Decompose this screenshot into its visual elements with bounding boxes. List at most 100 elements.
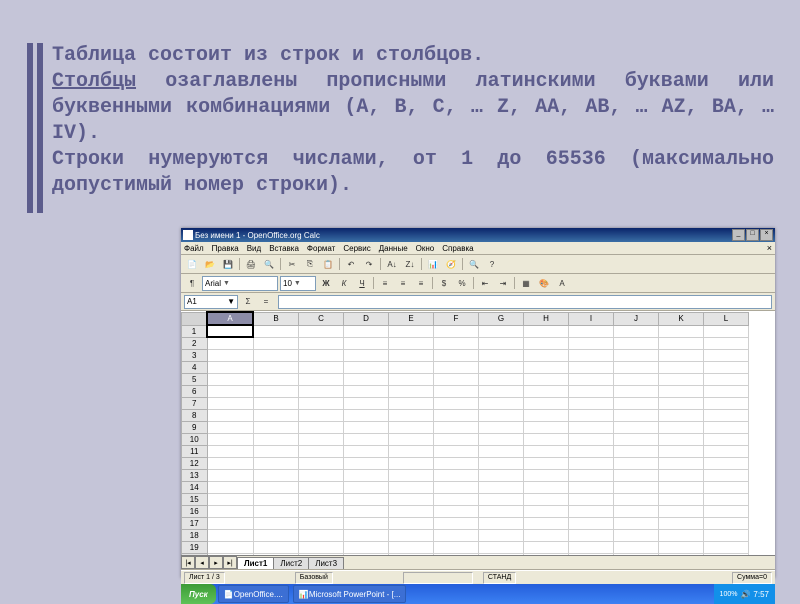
cell-K14[interactable] <box>659 481 704 493</box>
cell-I11[interactable] <box>569 445 614 457</box>
preview-icon[interactable]: 🔍 <box>261 256 277 272</box>
cell-E8[interactable] <box>389 409 434 421</box>
row-header-8[interactable]: 8 <box>182 409 208 421</box>
cell-H8[interactable] <box>524 409 569 421</box>
col-header-F[interactable]: F <box>434 312 479 325</box>
cell-H11[interactable] <box>524 445 569 457</box>
cell-H3[interactable] <box>524 349 569 361</box>
cell-A15[interactable] <box>207 493 253 505</box>
cell-G20[interactable] <box>479 553 524 556</box>
cell-D9[interactable] <box>344 421 389 433</box>
cell-L19[interactable] <box>704 541 749 553</box>
cell-C15[interactable] <box>299 493 344 505</box>
sort-desc-icon[interactable]: Z↓ <box>402 256 418 272</box>
col-header-I[interactable]: I <box>569 312 614 325</box>
cell-L8[interactable] <box>704 409 749 421</box>
cell-D8[interactable] <box>344 409 389 421</box>
cell-G5[interactable] <box>479 373 524 385</box>
row-header-13[interactable]: 13 <box>182 469 208 481</box>
cell-B12[interactable] <box>253 457 299 469</box>
cell-J17[interactable] <box>614 517 659 529</box>
col-header-C[interactable]: C <box>299 312 344 325</box>
cell-C3[interactable] <box>299 349 344 361</box>
cell-F4[interactable] <box>434 361 479 373</box>
cell-C8[interactable] <box>299 409 344 421</box>
cell-I2[interactable] <box>569 337 614 349</box>
row-header-11[interactable]: 11 <box>182 445 208 457</box>
cell-L14[interactable] <box>704 481 749 493</box>
undo-icon[interactable]: ↶ <box>343 256 359 272</box>
spreadsheet-grid[interactable]: ABCDEFGHIJKL1234567891011121314151617181… <box>181 311 775 556</box>
cell-D16[interactable] <box>344 505 389 517</box>
col-header-E[interactable]: E <box>389 312 434 325</box>
cell-I16[interactable] <box>569 505 614 517</box>
minimize-button[interactable]: _ <box>732 229 745 241</box>
menu-format[interactable]: Формат <box>307 244 335 253</box>
cell-D1[interactable] <box>344 325 389 337</box>
cell-K18[interactable] <box>659 529 704 541</box>
cell-L4[interactable] <box>704 361 749 373</box>
cell-F15[interactable] <box>434 493 479 505</box>
cell-G15[interactable] <box>479 493 524 505</box>
navigator-icon[interactable]: 🧭 <box>443 256 459 272</box>
cell-A10[interactable] <box>207 433 253 445</box>
cell-G4[interactable] <box>479 361 524 373</box>
cell-D4[interactable] <box>344 361 389 373</box>
cell-D6[interactable] <box>344 385 389 397</box>
cell-F18[interactable] <box>434 529 479 541</box>
cell-C4[interactable] <box>299 361 344 373</box>
cell-J19[interactable] <box>614 541 659 553</box>
cell-A18[interactable] <box>207 529 253 541</box>
cell-G11[interactable] <box>479 445 524 457</box>
cell-I6[interactable] <box>569 385 614 397</box>
row-header-5[interactable]: 5 <box>182 373 208 385</box>
cut-icon[interactable]: ✂ <box>284 256 300 272</box>
cell-C13[interactable] <box>299 469 344 481</box>
cell-H10[interactable] <box>524 433 569 445</box>
chart-icon[interactable]: 📊 <box>425 256 441 272</box>
cell-H14[interactable] <box>524 481 569 493</box>
cell-L13[interactable] <box>704 469 749 481</box>
cell-E15[interactable] <box>389 493 434 505</box>
cell-I15[interactable] <box>569 493 614 505</box>
cell-I8[interactable] <box>569 409 614 421</box>
cell-I9[interactable] <box>569 421 614 433</box>
cell-B20[interactable] <box>253 553 299 556</box>
cell-F13[interactable] <box>434 469 479 481</box>
col-header-A[interactable]: A <box>207 312 253 325</box>
cell-G8[interactable] <box>479 409 524 421</box>
cell-J12[interactable] <box>614 457 659 469</box>
cell-L20[interactable] <box>704 553 749 556</box>
menu-tools[interactable]: Сервис <box>343 244 370 253</box>
cell-E14[interactable] <box>389 481 434 493</box>
cell-D19[interactable] <box>344 541 389 553</box>
cell-H2[interactable] <box>524 337 569 349</box>
name-box[interactable]: A1▼ <box>184 295 238 309</box>
cell-K4[interactable] <box>659 361 704 373</box>
cell-E5[interactable] <box>389 373 434 385</box>
cell-G18[interactable] <box>479 529 524 541</box>
cell-J16[interactable] <box>614 505 659 517</box>
maximize-button[interactable]: □ <box>746 229 759 241</box>
cell-F16[interactable] <box>434 505 479 517</box>
cell-D12[interactable] <box>344 457 389 469</box>
cell-K8[interactable] <box>659 409 704 421</box>
row-header-9[interactable]: 9 <box>182 421 208 433</box>
cell-B4[interactable] <box>253 361 299 373</box>
cell-I3[interactable] <box>569 349 614 361</box>
cell-D7[interactable] <box>344 397 389 409</box>
system-tray[interactable]: 100% 🔊 7:57 <box>714 584 775 604</box>
cell-L16[interactable] <box>704 505 749 517</box>
cell-G2[interactable] <box>479 337 524 349</box>
cell-J13[interactable] <box>614 469 659 481</box>
cell-A6[interactable] <box>207 385 253 397</box>
menu-data[interactable]: Данные <box>379 244 408 253</box>
new-icon[interactable]: 📄 <box>184 256 200 272</box>
menu-window[interactable]: Окно <box>416 244 435 253</box>
cell-I12[interactable] <box>569 457 614 469</box>
row-header-20[interactable]: 20 <box>182 553 208 556</box>
cell-I14[interactable] <box>569 481 614 493</box>
cell-K16[interactable] <box>659 505 704 517</box>
cell-K15[interactable] <box>659 493 704 505</box>
font-combo[interactable]: Arial▼ <box>202 276 278 291</box>
